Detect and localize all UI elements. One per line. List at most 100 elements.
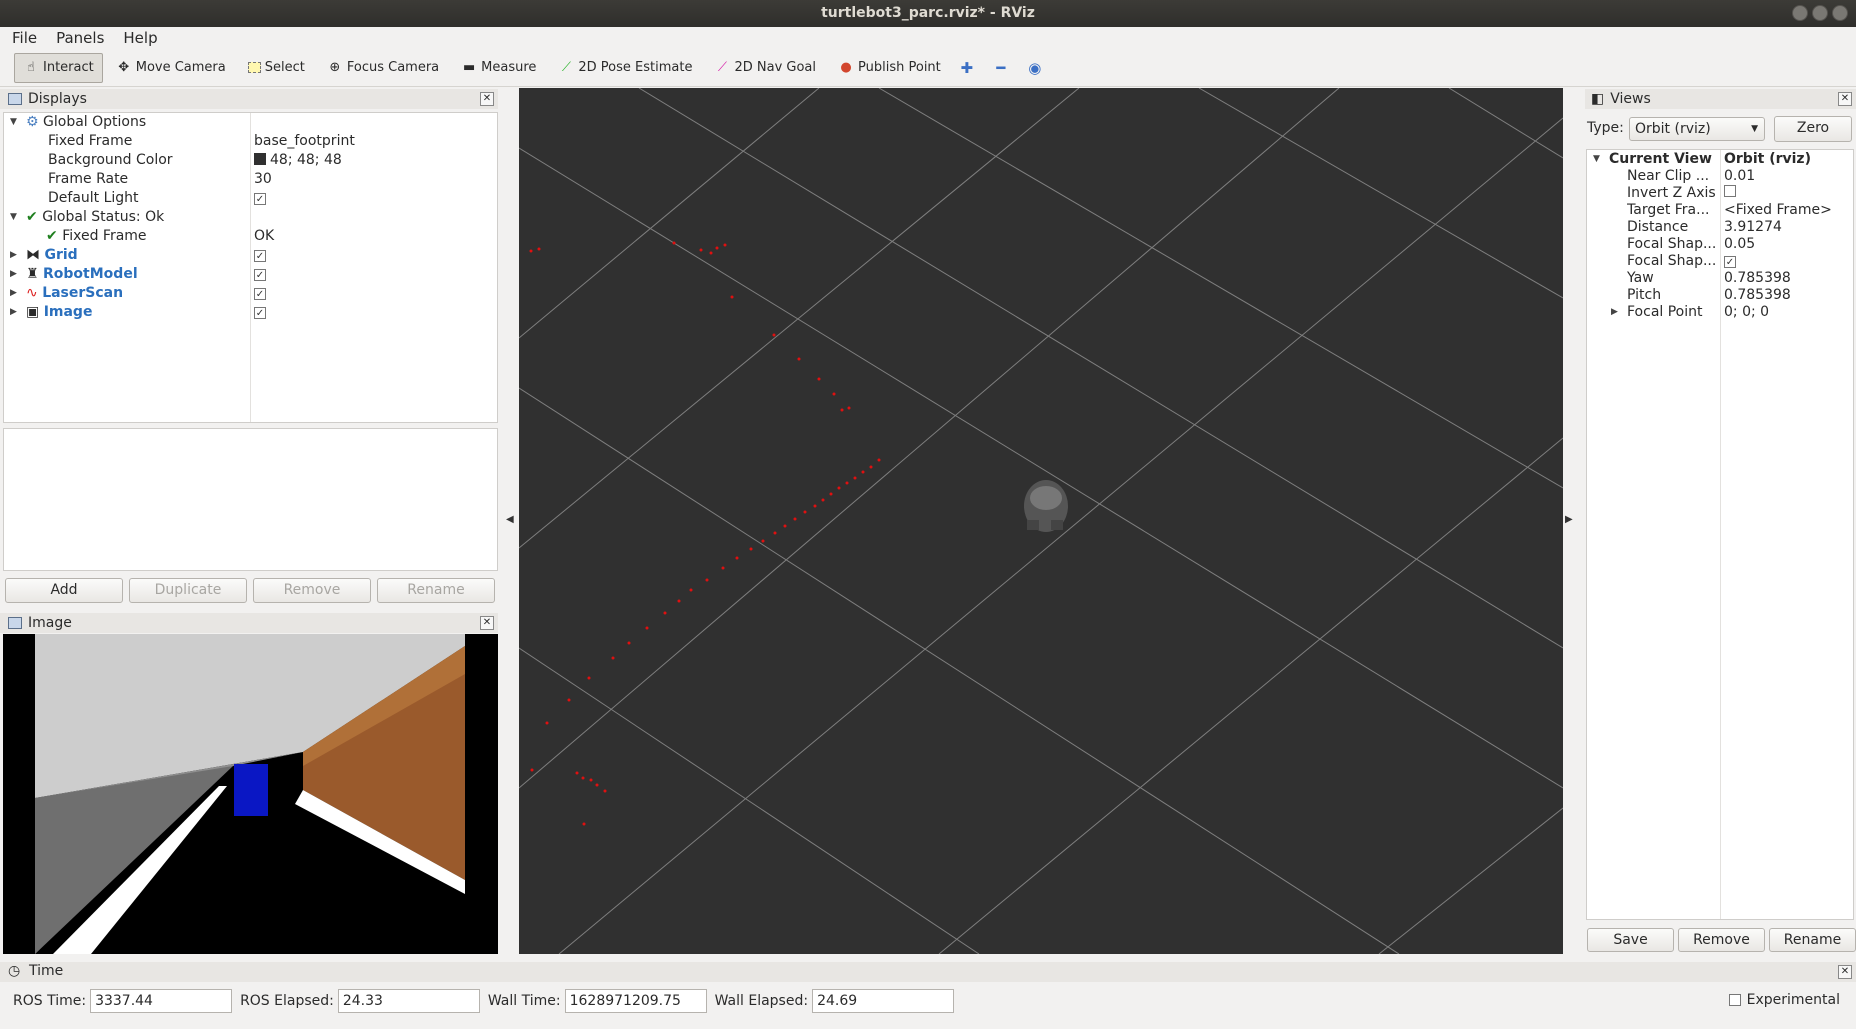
check-icon: ✔ bbox=[46, 228, 58, 244]
image-icon: ▣ bbox=[26, 304, 40, 320]
status-fixed-frame-row[interactable]: ✔ Fixed Frame OK bbox=[4, 227, 497, 246]
views-panel-header: ◧ Views ✕ bbox=[1585, 89, 1856, 109]
view-prop-row[interactable]: Yaw 0.785398 bbox=[1587, 270, 1853, 287]
display-description bbox=[3, 428, 498, 571]
collapsed-arrow-icon[interactable]: ▶ bbox=[10, 284, 20, 303]
fixed-frame-row[interactable]: Fixed Frame base_footprint bbox=[4, 132, 497, 151]
view-type-label: Type: bbox=[1587, 120, 1624, 136]
focus-camera-tool[interactable]: ⊕ Focus Camera bbox=[318, 53, 448, 83]
window-titlebar: turtlebot3_parc.rviz* - RViz bbox=[0, 0, 1856, 27]
experimental-checkbox[interactable] bbox=[1728, 994, 1741, 1006]
view-properties-tree: ▼ Current View Orbit (rviz) Near Clip ..… bbox=[1586, 149, 1854, 920]
image-panel-title: Image bbox=[28, 615, 72, 631]
display-image[interactable]: ▶ ▣ Image ✓ bbox=[4, 303, 497, 322]
save-view-button[interactable]: Save bbox=[1587, 928, 1674, 952]
expand-arrow-icon[interactable]: ▼ bbox=[10, 113, 20, 132]
ros-elapsed-field[interactable]: 24.33 bbox=[337, 989, 480, 1013]
view-prop-row[interactable]: Distance 3.91274 bbox=[1587, 219, 1853, 236]
menu-panels[interactable]: Panels bbox=[44, 27, 111, 49]
collapse-right-icon[interactable]: ▶ bbox=[1565, 514, 1573, 525]
gear-icon: ⚙ bbox=[26, 114, 39, 130]
collapsed-arrow-icon[interactable]: ▶ bbox=[10, 246, 20, 265]
close-displays-button[interactable]: ✕ bbox=[480, 92, 494, 106]
experimental-toggle[interactable]: Experimental bbox=[1728, 992, 1840, 1008]
collapse-left-icon[interactable]: ◀ bbox=[506, 514, 514, 525]
color-swatch[interactable] bbox=[254, 153, 266, 165]
view-type-select[interactable]: Orbit (rviz) ▼ bbox=[1629, 117, 1765, 141]
frame-rate-row[interactable]: Frame Rate 30 bbox=[4, 170, 497, 189]
maximize-button[interactable] bbox=[1812, 5, 1828, 21]
view-prop-row[interactable]: Focal Shap... ✓ bbox=[1587, 253, 1853, 270]
image-checkbox[interactable]: ✓ bbox=[254, 307, 266, 319]
view-prop-row[interactable]: ▶ Focal Point 0; 0; 0 bbox=[1587, 304, 1853, 321]
window-title: turtlebot3_parc.rviz* - RViz bbox=[821, 5, 1035, 21]
view-prop-row[interactable]: Target Fra... <Fixed Frame> bbox=[1587, 202, 1853, 219]
pose-estimate-tool[interactable]: ⟋ 2D Pose Estimate bbox=[549, 53, 701, 83]
menu-file[interactable]: File bbox=[0, 27, 44, 49]
toolbar: ☝ Interact ✥ Move Camera Select ⊕ Focus Cam… bbox=[0, 49, 1856, 87]
expand-arrow-icon[interactable]: ▼ bbox=[10, 208, 20, 227]
menu-help[interactable]: Help bbox=[111, 27, 164, 49]
green-arrow-icon: ⟋ bbox=[561, 59, 571, 75]
wall-time-field[interactable]: 1628971209.75 bbox=[564, 989, 707, 1013]
eye-icon[interactable]: ◉ bbox=[1022, 59, 1048, 77]
interact-tool[interactable]: ☝ Interact bbox=[14, 52, 103, 83]
duplicate-display-button[interactable]: Duplicate bbox=[129, 578, 247, 603]
robot-model bbox=[1024, 480, 1068, 532]
rename-display-button[interactable]: Rename bbox=[377, 578, 495, 603]
hand-icon: ☝ bbox=[27, 59, 35, 75]
laserscan-checkbox[interactable]: ✓ bbox=[254, 288, 266, 300]
displays-title: Displays bbox=[28, 91, 87, 107]
ros-time-field[interactable]: 3337.44 bbox=[90, 989, 233, 1013]
views-buttons: Save Remove Rename bbox=[1587, 928, 1856, 952]
background-color-row[interactable]: Background Color 48; 48; 48 bbox=[4, 151, 497, 170]
focal-shape-checkbox[interactable]: ✓ bbox=[1724, 256, 1736, 268]
view-prop-row[interactable]: Invert Z Axis bbox=[1587, 185, 1853, 202]
display-grid[interactable]: ▶ ⧓ Grid ✓ bbox=[4, 246, 497, 265]
measure-tool[interactable]: ▬ Measure bbox=[452, 53, 545, 83]
view-prop-row[interactable]: Near Clip ... 0.01 bbox=[1587, 168, 1853, 185]
collapsed-arrow-icon[interactable]: ▶ bbox=[1611, 304, 1621, 321]
minimize-button[interactable] bbox=[1792, 5, 1808, 21]
zero-button[interactable]: Zero bbox=[1774, 116, 1852, 142]
default-light-row[interactable]: Default Light ✓ bbox=[4, 189, 497, 208]
focus-icon: ⊕ bbox=[329, 59, 341, 75]
ruler-icon: ▬ bbox=[462, 59, 476, 75]
collapsed-arrow-icon[interactable]: ▶ bbox=[10, 303, 20, 322]
global-options-row[interactable]: ▼ ⚙ Global Options bbox=[4, 113, 497, 132]
map-pin-icon: ● bbox=[840, 59, 852, 75]
publish-point-tool[interactable]: ● Publish Point bbox=[829, 53, 950, 83]
add-tool-icon[interactable]: ✚ bbox=[954, 59, 980, 77]
default-light-checkbox[interactable]: ✓ bbox=[254, 193, 266, 205]
rename-view-button[interactable]: Rename bbox=[1769, 928, 1856, 952]
remove-view-button[interactable]: Remove bbox=[1678, 928, 1765, 952]
image-panel-header: Image ✕ bbox=[0, 613, 498, 633]
collapsed-arrow-icon[interactable]: ▶ bbox=[10, 265, 20, 284]
invert-z-checkbox[interactable] bbox=[1724, 185, 1736, 197]
select-icon bbox=[247, 62, 261, 73]
view-prop-row[interactable]: Focal Shap... 0.05 bbox=[1587, 236, 1853, 253]
chevron-down-icon: ▼ bbox=[1751, 124, 1758, 134]
close-window-button[interactable] bbox=[1832, 5, 1848, 21]
3d-viewport[interactable] bbox=[519, 88, 1563, 954]
remove-tool-icon[interactable]: ━ bbox=[988, 59, 1014, 77]
move-icon: ✥ bbox=[118, 59, 130, 75]
camera-image bbox=[3, 634, 498, 954]
robotmodel-checkbox[interactable]: ✓ bbox=[254, 269, 266, 281]
remove-display-button[interactable]: Remove bbox=[253, 578, 371, 603]
display-robotmodel[interactable]: ▶ ♜ RobotModel ✓ bbox=[4, 265, 497, 284]
nav-goal-tool[interactable]: ⟋ 2D Nav Goal bbox=[705, 53, 825, 83]
current-view-row[interactable]: ▼ Current View Orbit (rviz) bbox=[1587, 151, 1853, 168]
select-tool[interactable]: Select bbox=[239, 53, 314, 83]
close-views-button[interactable]: ✕ bbox=[1838, 92, 1852, 106]
close-time-button[interactable]: ✕ bbox=[1838, 965, 1852, 979]
add-display-button[interactable]: Add bbox=[5, 578, 123, 603]
close-image-button[interactable]: ✕ bbox=[480, 616, 494, 630]
grid-checkbox[interactable]: ✓ bbox=[254, 250, 266, 262]
view-prop-row[interactable]: Pitch 0.785398 bbox=[1587, 287, 1853, 304]
wall-elapsed-field[interactable]: 24.69 bbox=[812, 989, 955, 1013]
expand-arrow-icon[interactable]: ▼ bbox=[1593, 151, 1603, 168]
display-laserscan[interactable]: ▶ ∿ LaserScan ✓ bbox=[4, 284, 497, 303]
global-status-row[interactable]: ▼ ✔ Global Status: Ok bbox=[4, 208, 497, 227]
move-camera-tool[interactable]: ✥ Move Camera bbox=[107, 53, 235, 83]
